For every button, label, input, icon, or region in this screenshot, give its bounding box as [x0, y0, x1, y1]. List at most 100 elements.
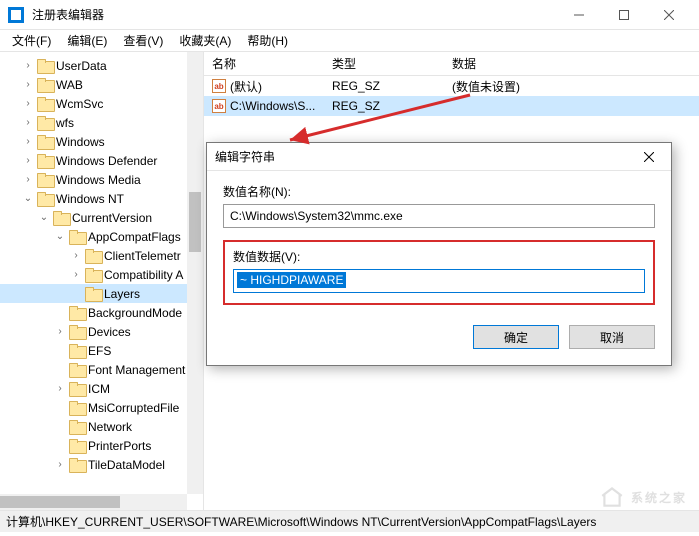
tree-node-label: BackgroundMode — [88, 306, 182, 320]
folder-icon — [69, 458, 85, 472]
folder-icon — [37, 154, 53, 168]
col-name[interactable]: 名称 — [204, 55, 324, 72]
tree-panel: ›UserData›WAB›WcmSvc›wfs›Windows›Windows… — [0, 52, 204, 510]
data-input[interactable] — [233, 269, 645, 293]
app-icon — [8, 7, 24, 23]
list-row[interactable]: ab(默认)REG_SZ(数值未设置) — [204, 76, 699, 96]
tree-node[interactable]: MsiCorruptedFile — [0, 398, 203, 417]
tree-node-label: ClientTelemetr — [104, 249, 181, 263]
chevron-right-icon[interactable]: › — [70, 250, 82, 261]
menu-edit[interactable]: 编辑(E) — [59, 30, 115, 51]
chevron-right-icon[interactable]: › — [22, 174, 34, 185]
tree-node[interactable]: Font Management — [0, 360, 203, 379]
list-row[interactable]: abC:\Windows\S...REG_SZ — [204, 96, 699, 116]
tree-node[interactable]: ⌄ AppCompatFlags — [0, 227, 203, 246]
tree-node[interactable]: › WAB — [0, 75, 203, 94]
folder-icon — [69, 382, 85, 396]
tree-node[interactable]: EFS — [0, 341, 203, 360]
tree-node[interactable]: ›Windows Media — [0, 170, 203, 189]
tree-node[interactable]: › TileDataModel — [0, 455, 203, 474]
folder-icon — [37, 192, 53, 206]
dialog-close-button[interactable] — [635, 143, 663, 171]
tree-node-label: Font Management — [88, 363, 185, 377]
tree-node[interactable]: Layers — [0, 284, 203, 303]
close-button[interactable] — [646, 0, 691, 30]
tree-node[interactable]: ›Windows — [0, 132, 203, 151]
tree-scrollbar-horizontal[interactable] — [0, 494, 187, 510]
tree-node[interactable]: › wfs — [0, 113, 203, 132]
chevron-right-icon[interactable]: › — [22, 79, 34, 90]
watermark-icon — [599, 484, 625, 510]
folder-icon — [85, 268, 101, 282]
cancel-button[interactable]: 取消 — [569, 325, 655, 349]
menu-view[interactable]: 查看(V) — [115, 30, 171, 51]
cell-data: (数值未设置) — [444, 78, 699, 95]
folder-icon — [37, 97, 53, 111]
chevron-right-icon[interactable]: › — [22, 117, 34, 128]
folder-icon — [85, 249, 101, 263]
col-type[interactable]: 类型 — [324, 55, 444, 72]
chevron-right-icon[interactable]: › — [70, 269, 82, 280]
tree-node-label: Compatibility A — [104, 268, 183, 282]
tree-node[interactable]: ›Windows Defender — [0, 151, 203, 170]
folder-icon — [69, 306, 85, 320]
tree-node[interactable]: › WcmSvc — [0, 94, 203, 113]
tree-node[interactable]: › ICM — [0, 379, 203, 398]
title-bar: 注册表编辑器 — [0, 0, 699, 30]
tree-node-label: TileDataModel — [88, 458, 165, 472]
chevron-right-icon[interactable]: › — [22, 136, 34, 147]
tree-node-label: AppCompatFlags — [88, 230, 181, 244]
tree-node[interactable]: ⌄ Windows NT — [0, 189, 203, 208]
tree-node[interactable]: Network — [0, 417, 203, 436]
chevron-right-icon[interactable]: › — [22, 155, 34, 166]
folder-icon — [69, 439, 85, 453]
tree-node[interactable]: › Compatibility A — [0, 265, 203, 284]
status-bar: 计算机\HKEY_CURRENT_USER\SOFTWARE\Microsoft… — [0, 510, 699, 532]
chevron-right-icon[interactable]: › — [22, 60, 34, 71]
cell-name: C:\Windows\S... — [230, 99, 315, 113]
tree-node[interactable]: › ClientTelemetr — [0, 246, 203, 265]
chevron-down-icon[interactable]: ⌄ — [38, 212, 50, 223]
tree-node-label: wfs — [56, 116, 74, 130]
maximize-button[interactable] — [601, 0, 646, 30]
tree-node-label: EFS — [88, 344, 111, 358]
menu-file[interactable]: 文件(F) — [4, 30, 59, 51]
tree-node[interactable]: PrinterPorts — [0, 436, 203, 455]
tree-node[interactable]: ›Devices — [0, 322, 203, 341]
tree-node-label: Layers — [104, 287, 140, 301]
chevron-right-icon[interactable]: › — [54, 459, 66, 470]
ok-button[interactable]: 确定 — [473, 325, 559, 349]
tree-node[interactable]: ›UserData — [0, 56, 203, 75]
chevron-right-icon[interactable]: › — [54, 326, 66, 337]
folder-icon — [37, 59, 53, 73]
chevron-right-icon[interactable]: › — [54, 383, 66, 394]
watermark: 系统之家 — [599, 484, 687, 510]
tree-node[interactable]: ⌄ CurrentVersion — [0, 208, 203, 227]
folder-icon — [69, 325, 85, 339]
menu-help[interactable]: 帮助(H) — [239, 30, 296, 51]
window-title: 注册表编辑器 — [32, 6, 556, 23]
tree-node-label: WAB — [56, 78, 83, 92]
tree-node-label: Windows NT — [56, 192, 124, 206]
cell-type: REG_SZ — [324, 79, 444, 93]
col-data[interactable]: 数据 — [444, 55, 699, 72]
chevron-down-icon[interactable]: ⌄ — [54, 231, 66, 242]
tree-node-label: CurrentVersion — [72, 211, 152, 225]
name-label: 数值名称(N): — [223, 183, 655, 200]
watermark-text: 系统之家 — [631, 489, 687, 506]
minimize-button[interactable] — [556, 0, 601, 30]
tree-scrollbar-vertical[interactable] — [187, 52, 203, 494]
tree-node-label: WcmSvc — [56, 97, 103, 111]
name-input[interactable] — [223, 204, 655, 228]
tree-node-label: ICM — [88, 382, 110, 396]
menu-favorites[interactable]: 收藏夹(A) — [171, 30, 239, 51]
chevron-right-icon[interactable]: › — [22, 98, 34, 109]
tree-node[interactable]: BackgroundMode — [0, 303, 203, 322]
status-path: 计算机\HKEY_CURRENT_USER\SOFTWARE\Microsoft… — [6, 513, 596, 530]
folder-icon — [69, 363, 85, 377]
chevron-down-icon[interactable]: ⌄ — [22, 193, 34, 204]
tree-node-label: PrinterPorts — [88, 439, 151, 453]
string-value-icon: ab — [212, 79, 226, 93]
folder-icon — [69, 230, 85, 244]
tree-node-label: MsiCorruptedFile — [88, 401, 179, 415]
